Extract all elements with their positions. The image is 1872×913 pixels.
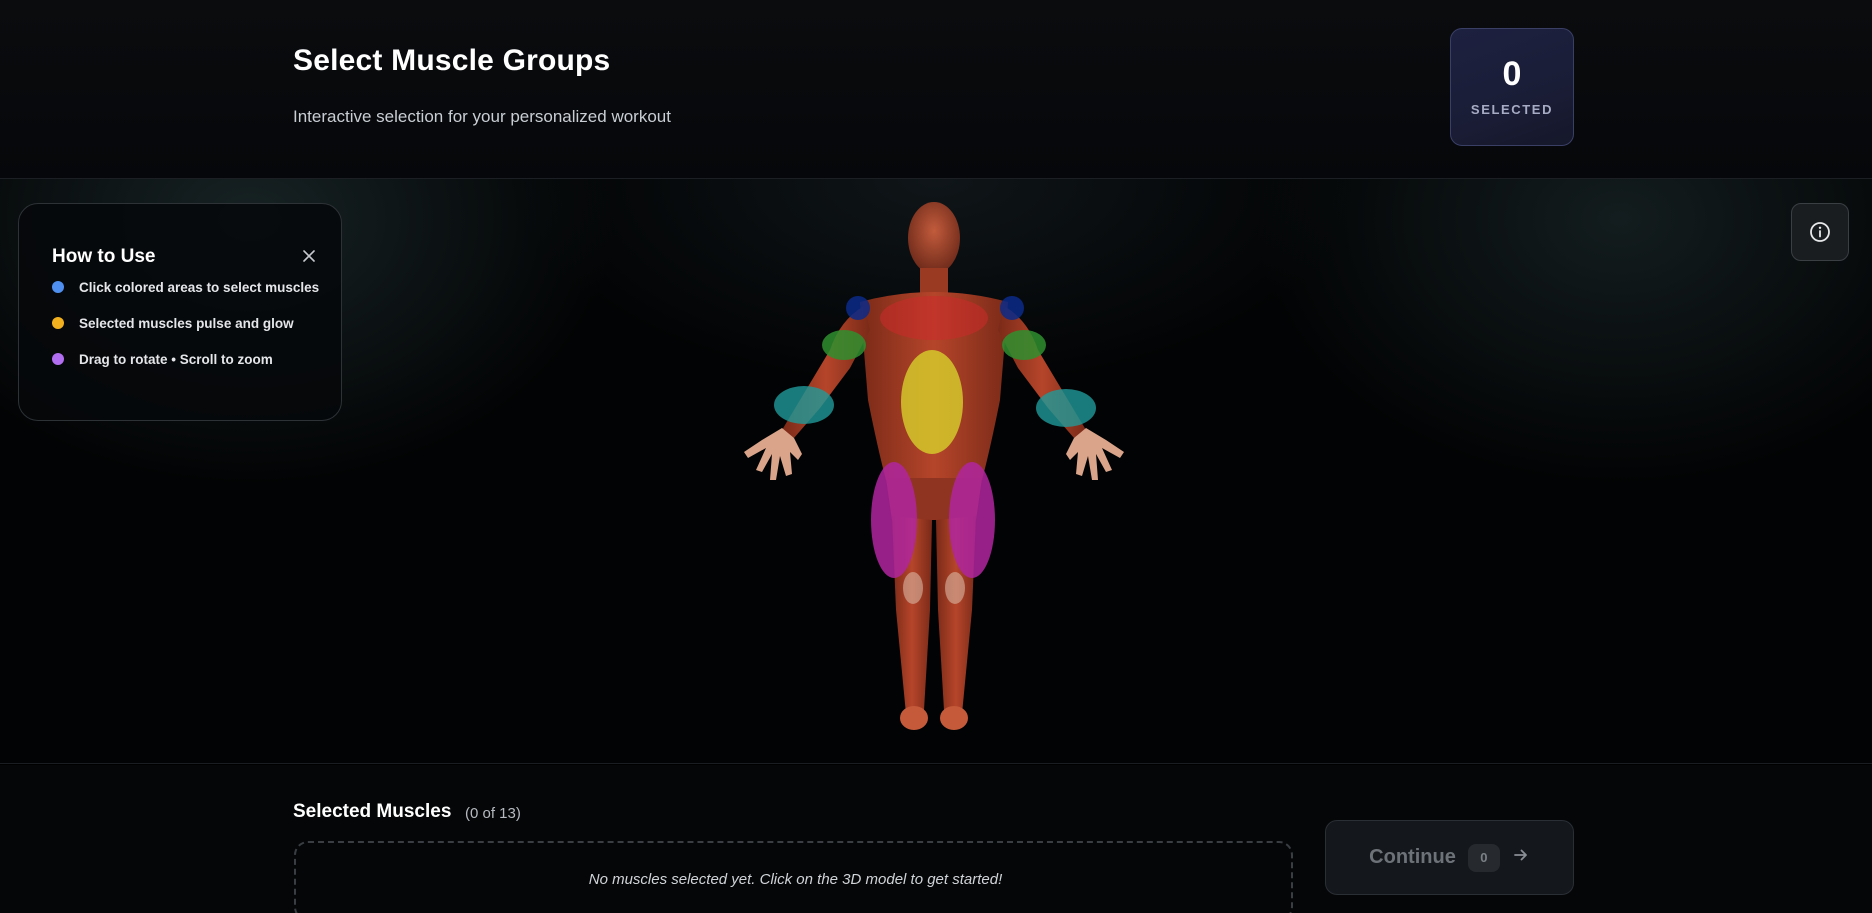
blue-dot-icon [52,281,64,293]
purple-dot-icon [52,353,64,365]
left-forearm-hotspot[interactable] [774,386,834,424]
right-quad-hotspot[interactable] [949,462,995,578]
how-to-text: Drag to rotate • Scroll to zoom [79,351,273,367]
how-to-text: Click colored areas to select muscles [79,279,320,295]
right-shoulder-hotspot[interactable] [1000,296,1024,320]
arrow-right-icon [1512,846,1530,869]
selected-muscles-title: Selected Muscles [293,801,452,822]
how-to-item: Click colored areas to select muscles [52,277,319,297]
body [744,202,1124,730]
info-icon [1810,222,1830,242]
selected-muscles-empty-state: No muscles selected yet. Click on the 3D… [294,841,1293,913]
left-shoulder-hotspot[interactable] [846,296,870,320]
continue-label: Continue [1369,846,1456,868]
close-icon[interactable] [296,244,322,270]
how-to-item: Selected muscles pulse and glow [52,313,294,333]
continue-button[interactable]: Continue 0 [1325,820,1574,895]
continue-count-badge: 0 [1467,843,1500,872]
left-quad-hotspot[interactable] [871,462,917,578]
empty-state-text: No muscles selected yet. Click on the 3D… [588,871,1003,888]
page-subtitle: Interactive selection for your personali… [293,107,671,126]
right-bicep-hotspot[interactable] [1002,330,1046,360]
anatomy-3d-model[interactable] [700,190,1170,730]
chest-hotspot[interactable] [880,296,988,340]
how-to-item: Drag to rotate • Scroll to zoom [52,349,273,369]
how-to-use-panel: How to Use Click colored areas to select… [18,203,342,421]
selected-count-label: SELECTED [1470,102,1554,117]
page-title: Select Muscle Groups [293,44,611,77]
selected-count-card: 0 SELECTED [1450,28,1574,146]
selected-muscles-count: (0 of 13) [465,805,521,822]
how-to-use-title: How to Use [52,246,156,267]
abs-hotspot[interactable] [901,350,963,454]
yellow-dot-icon [52,317,64,329]
selected-count: 0 [1502,55,1522,93]
info-button[interactable] [1791,203,1849,261]
page-header: Select Muscle Groups Interactive selecti… [0,0,1872,179]
left-bicep-hotspot[interactable] [822,330,866,360]
right-forearm-hotspot[interactable] [1036,389,1096,427]
how-to-text: Selected muscles pulse and glow [79,315,294,331]
